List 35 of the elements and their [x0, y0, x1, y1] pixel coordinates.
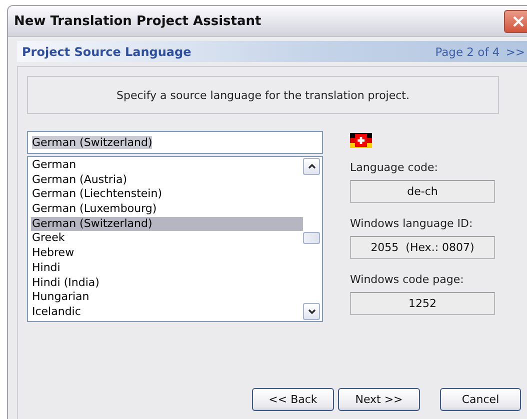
readonly-field: 2055 (Hex.: 0807)	[350, 236, 495, 259]
close-button[interactable]	[504, 10, 527, 32]
language-item[interactable]: Greek	[31, 231, 303, 246]
next-button[interactable]: Next >>	[338, 388, 420, 411]
field-label: Windows language ID:	[350, 217, 474, 230]
language-item[interactable]: Hindi	[31, 260, 303, 276]
readonly-field: 1252	[350, 292, 495, 315]
field-label: Language code:	[350, 161, 440, 174]
language-item[interactable]: German (Switzerland)	[31, 216, 303, 232]
chevron-down-icon	[308, 309, 316, 314]
language-item[interactable]: German	[31, 158, 303, 173]
scroll-down-button[interactable]	[303, 303, 320, 320]
language-item[interactable]: Hungarian	[31, 290, 303, 305]
scrollbar[interactable]	[303, 157, 322, 321]
language-item[interactable]: Hindi (India)	[31, 276, 303, 290]
page-indicator: Page 2 of 4	[435, 44, 500, 58]
close-icon	[512, 14, 525, 28]
cancel-button[interactable]: Cancel	[440, 388, 521, 411]
chevron-up-icon	[308, 164, 316, 169]
next-page-link[interactable]: >>	[506, 44, 525, 58]
language-item[interactable]: Icelandic	[31, 304, 303, 320]
scroll-thumb[interactable]	[303, 232, 320, 244]
field-label: Windows code page:	[350, 273, 465, 286]
scroll-up-button[interactable]	[303, 158, 320, 175]
language-item[interactable]: Hebrew	[31, 246, 303, 261]
window-title: New Translation Project Assistant	[14, 14, 262, 28]
instruction-text: Specify a source language for the translation project.	[116, 88, 410, 102]
readonly-field: de-ch	[350, 180, 495, 203]
back-button[interactable]: << Back	[252, 388, 334, 411]
language-item[interactable]: German (Luxembourg)	[31, 202, 303, 217]
language-item[interactable]: German (Liechtenstein)	[31, 187, 303, 202]
language-item[interactable]: German (Austria)	[31, 172, 303, 188]
language-input-field[interactable]: German (Switzerland)	[27, 131, 323, 154]
flag-icon	[350, 133, 372, 148]
page-title: Project Source Language	[22, 44, 192, 58]
